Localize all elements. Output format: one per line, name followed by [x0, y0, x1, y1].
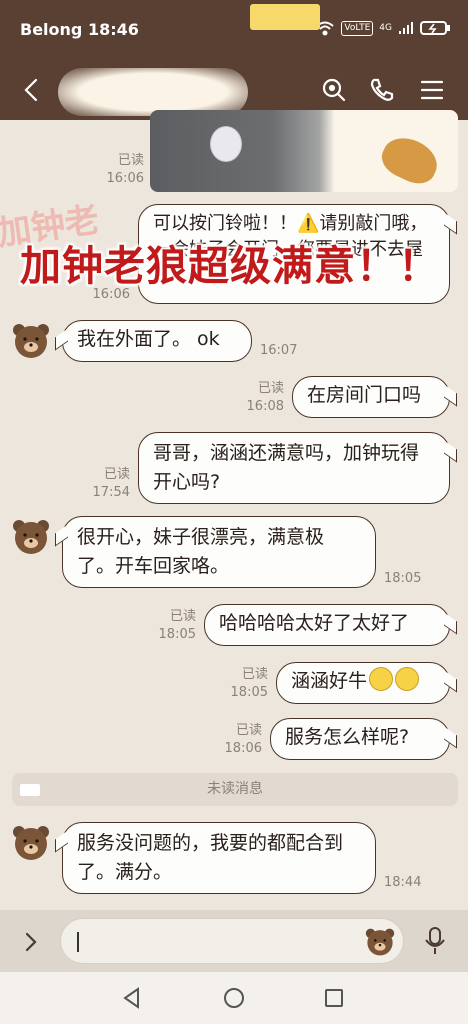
menu-icon[interactable]: [414, 72, 450, 108]
status-icons: VoLTE 4G: [315, 20, 450, 36]
read-status: 已读: [117, 153, 144, 168]
message-meta: 已读 16:08: [240, 380, 284, 416]
message-bubble-in[interactable]: 我在外面了。 ok: [62, 320, 252, 362]
signal-icon: [399, 22, 413, 34]
bear-avatar[interactable]: [12, 824, 50, 862]
message-bubble-out[interactable]: 哥哥，涵涵还满意吗，加钟玩得开心吗?: [138, 432, 450, 504]
message-text: 哥哥，涵涵还满意吗，加钟玩得开心吗?: [153, 442, 420, 493]
message-text: 在房间门口吗: [307, 384, 422, 406]
message-bubble-in[interactable]: 很开心，妹子很漂亮，满意极了。开车回家咯。: [62, 516, 376, 588]
message-time: 18:06: [224, 741, 262, 756]
message-time: 16:07: [260, 343, 298, 358]
overlay-banner: 加钟老狼超级满意！！: [20, 242, 440, 290]
bear-avatar[interactable]: [12, 518, 50, 556]
phone-icon[interactable]: [364, 72, 400, 108]
read-status: 已读: [103, 467, 130, 482]
circle-home-icon[interactable]: [222, 986, 246, 1010]
unread-label: 未读消息: [207, 781, 263, 797]
read-status: 已读: [257, 381, 284, 396]
chevron-right-icon[interactable]: [22, 930, 40, 954]
text-caret: [77, 932, 79, 952]
message-bubble-in[interactable]: 服务没问题的，我要的都配合到了。满分。: [62, 822, 376, 894]
tag-icon: [20, 784, 40, 796]
mouse-sticker: [210, 126, 242, 162]
message-time: 16:06: [106, 171, 144, 186]
read-status: 已读: [169, 609, 196, 624]
carrier-time: Belong 18:46: [20, 20, 139, 39]
message-text: 服务没问题的，我要的都配合到了。满分。: [77, 832, 344, 883]
emoji-icon: [395, 667, 420, 691]
sticker-obscured-name: [58, 68, 248, 116]
emoji-icon: [369, 667, 394, 691]
message-meta: 已读 16:06: [100, 152, 144, 188]
message-bubble-out[interactable]: 服务怎么样呢?: [270, 718, 450, 760]
microphone-icon[interactable]: [424, 926, 446, 956]
message-bubble-out[interactable]: 在房间门口吗: [292, 376, 450, 418]
bear-avatar[interactable]: [12, 322, 50, 360]
message-time: 16:08: [246, 399, 284, 414]
message-text: 涵涵好牛: [291, 670, 368, 692]
square-recent-icon[interactable]: [322, 986, 346, 1010]
message-meta: 已读 18:05: [152, 608, 196, 644]
message-meta: 已读 18:06: [218, 722, 262, 758]
message-time: 18:05: [384, 571, 422, 586]
message-meta: 已读 17:54: [86, 466, 130, 502]
search-icon[interactable]: [316, 72, 352, 108]
message-text: 我在外面了。 ok: [77, 328, 220, 350]
message-time: 17:54: [92, 485, 130, 500]
battery-icon: [420, 21, 450, 35]
message-bubble-out[interactable]: 涵涵好牛: [276, 662, 450, 704]
message-input-bar: [0, 910, 468, 972]
volte-badge: VoLTE: [341, 20, 374, 36]
cheese-sticker: [250, 4, 320, 30]
message-meta: 已读 18:05: [224, 666, 268, 702]
system-nav-bar: [0, 972, 468, 1024]
bear-sticker-icon[interactable]: [365, 927, 395, 957]
message-text: 服务怎么样呢?: [285, 726, 410, 748]
message-time: 18:05: [158, 627, 196, 642]
unread-divider: 未读消息: [12, 773, 458, 806]
message-time: 18:44: [384, 875, 422, 890]
read-status: 已读: [235, 723, 262, 738]
message-time: 18:05: [230, 685, 268, 700]
status-bar: Belong 18:46 VoLTE 4G: [0, 0, 468, 62]
read-status: 已读: [241, 667, 268, 682]
message-text: 很开心，妹子很漂亮，满意极了。开车回家咯。: [77, 526, 325, 577]
message-bubble-out[interactable]: 哈哈哈哈太好了太好了: [204, 604, 450, 646]
message-input[interactable]: [60, 918, 404, 964]
network-type: 4G: [379, 23, 392, 33]
triangle-back-icon[interactable]: [120, 986, 144, 1010]
back-arrow-icon[interactable]: [14, 72, 50, 108]
message-text: 哈哈哈哈太好了太好了: [219, 612, 410, 634]
